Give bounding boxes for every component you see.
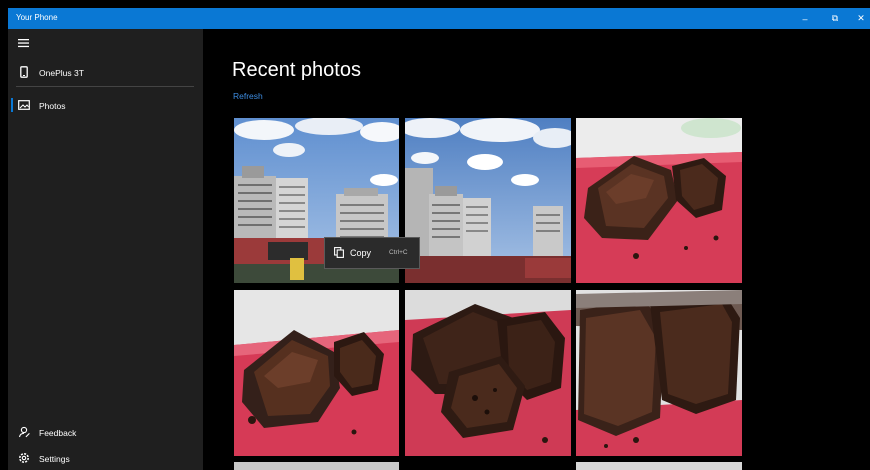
refresh-link[interactable]: Refresh (233, 91, 263, 101)
photo-image (576, 290, 742, 456)
hamburger-menu-button[interactable] (16, 36, 32, 50)
sidebar-item-label: Photos (39, 101, 66, 111)
photo-thumbnail[interactable] (234, 290, 399, 456)
title-bar: Your Phone – ⧉ ✕ (8, 8, 870, 29)
close-button[interactable]: ✕ (846, 8, 870, 29)
sidebar-item-label: OnePlus 3T (39, 68, 84, 78)
copy-label: Copy (350, 248, 372, 258)
sidebar-item-device[interactable]: OnePlus 3T (8, 62, 203, 82)
photo-thumbnail[interactable] (234, 462, 399, 470)
minimize-button[interactable]: – (790, 8, 820, 29)
photo-image (576, 118, 742, 283)
hamburger-icon (18, 39, 29, 48)
page-title: Recent photos (232, 59, 361, 81)
window-title: Your Phone (16, 13, 58, 22)
photo-thumbnail[interactable] (576, 118, 742, 283)
context-menu: Copy Ctrl+C (324, 237, 420, 269)
photo-thumbnail[interactable] (405, 290, 571, 456)
gear-icon (19, 453, 29, 463)
copy-menu-item[interactable]: Copy Ctrl+C (325, 238, 419, 268)
sidebar-item-label: Feedback (39, 428, 77, 438)
photo-thumbnail[interactable] (405, 118, 571, 283)
photo-thumbnail[interactable] (576, 462, 742, 470)
sidebar-divider (16, 86, 194, 87)
sidebar-item-feedback[interactable]: Feedback (8, 422, 203, 442)
photo-image (405, 290, 571, 456)
photos-icon (18, 100, 30, 110)
phone-icon (20, 66, 28, 78)
photo-thumbnail[interactable] (576, 290, 742, 456)
sidebar-item-photos[interactable]: Photos (8, 95, 203, 115)
sidebar-item-label: Settings (39, 454, 70, 464)
sidebar-item-settings[interactable]: Settings (8, 448, 203, 468)
copy-shortcut: Ctrl+C (389, 249, 408, 256)
app-window: Your Phone – ⧉ ✕ OnePlus 3T Photos Feedb… (8, 8, 870, 470)
copy-icon (334, 247, 344, 258)
photo-image (234, 290, 399, 456)
photo-image (405, 118, 571, 283)
feedback-icon (18, 426, 30, 438)
sidebar: OnePlus 3T Photos Feedback Settings (8, 29, 203, 470)
